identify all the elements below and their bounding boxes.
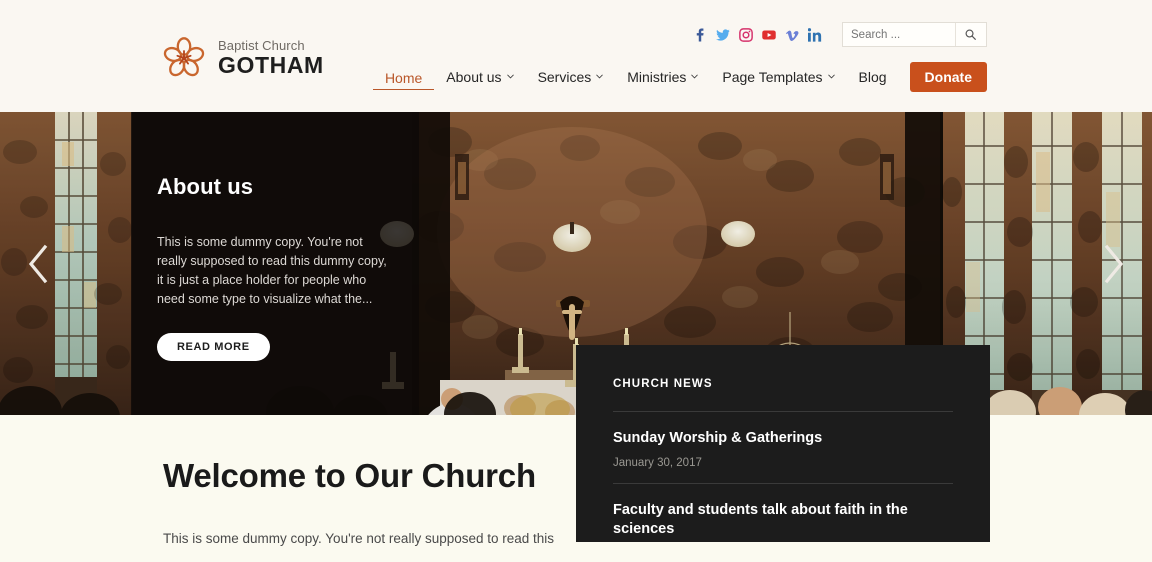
twitter-icon[interactable]	[716, 28, 730, 42]
logo-subtitle: Baptist Church	[218, 38, 305, 53]
church-news-panel: CHURCH NEWS Sunday Worship & Gatherings …	[576, 345, 990, 542]
search-submit-button[interactable]	[956, 23, 986, 46]
linkedin-icon[interactable]	[808, 27, 822, 42]
nav-label: Page Templates	[722, 69, 823, 85]
chevron-left-icon	[25, 243, 51, 285]
search-input[interactable]	[843, 23, 955, 46]
hero-caption-panel: About us This is some dummy copy. You're…	[131, 112, 419, 415]
facebook-icon[interactable]	[693, 27, 707, 42]
nav-label: Home	[384, 70, 423, 86]
nav-item-about-us[interactable]: About us	[434, 63, 525, 91]
hero-read-more-button[interactable]: READ MORE	[157, 333, 270, 361]
nav-item-home[interactable]: Home	[372, 64, 435, 90]
donate-button[interactable]: Donate	[909, 62, 987, 92]
search-icon	[965, 29, 977, 40]
welcome-paragraph: This is some dummy copy. You're not real…	[163, 531, 555, 546]
logo-wordmark: Baptist Church GOTHAM	[218, 39, 324, 77]
social-links	[693, 27, 822, 42]
header-utility-bar	[693, 22, 987, 47]
church-news-heading: CHURCH NEWS	[613, 378, 713, 390]
instagram-icon[interactable]	[739, 27, 753, 42]
news-headline[interactable]: Sunday Worship & Gatherings	[613, 429, 953, 448]
news-date: January 30, 2017	[613, 457, 702, 469]
site-logo[interactable]: Baptist Church GOTHAM	[160, 34, 324, 82]
flower-logo-icon	[160, 34, 208, 82]
nav-item-ministries[interactable]: Ministries	[615, 63, 710, 91]
youtube-icon[interactable]	[762, 28, 776, 42]
chevron-down-icon	[506, 73, 514, 80]
news-list-item[interactable]: Sunday Worship & Gatherings January 30, …	[613, 412, 953, 483]
nav-item-page-templates[interactable]: Page Templates	[710, 63, 846, 91]
site-header: Baptist Church GOTHAM Search ... Home Ab…	[0, 0, 1152, 112]
nav-label: About us	[446, 69, 502, 85]
news-headline[interactable]: Faculty and students talk about faith in…	[613, 501, 953, 539]
slider-prev-button[interactable]	[18, 238, 58, 290]
chevron-down-icon	[827, 73, 835, 80]
nav-label: Services	[537, 69, 592, 85]
chevron-down-icon	[691, 73, 699, 80]
hero-title: About us	[157, 174, 254, 199]
vimeo-icon[interactable]	[785, 28, 799, 42]
news-list-item[interactable]: Faculty and students talk about faith in…	[613, 484, 953, 562]
logo-title: GOTHAM	[218, 52, 324, 78]
slider-next-button[interactable]	[1094, 238, 1134, 290]
main-navigation: Home About us Services Ministries Page T…	[372, 62, 987, 92]
hero-description: This is some dummy copy. You're not real…	[157, 235, 387, 306]
nav-label: Blog	[858, 69, 887, 85]
nav-item-blog[interactable]: Blog	[847, 63, 899, 91]
nav-item-services[interactable]: Services	[526, 63, 616, 91]
chevron-right-icon	[1101, 243, 1127, 285]
nav-label: Ministries	[627, 69, 687, 85]
chevron-down-icon	[596, 73, 603, 80]
search-box[interactable]	[842, 22, 987, 47]
